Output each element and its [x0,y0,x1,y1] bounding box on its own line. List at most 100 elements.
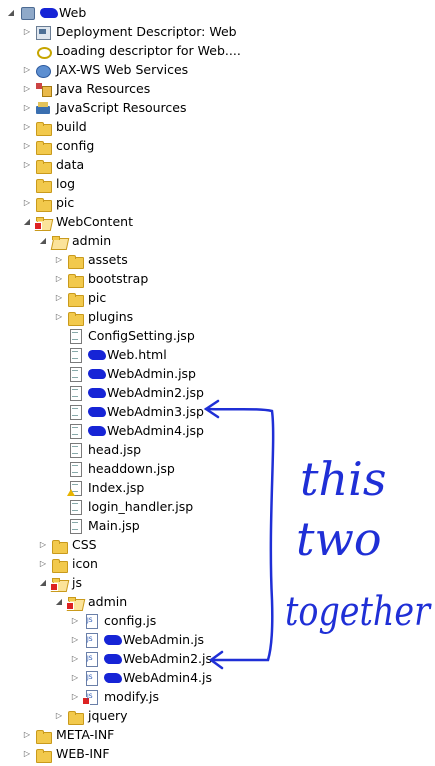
collapse-twisty-icon[interactable]: ▷ [70,687,80,706]
collapse-twisty-icon[interactable]: ▷ [22,136,32,155]
collapse-twisty-icon[interactable]: ▷ [70,630,80,649]
expand-twisty-icon[interactable]: ◢ [38,231,48,250]
tree-item[interactable]: ▷ config [22,136,94,155]
tree-item[interactable]: ▷ WEB-INF [22,744,110,763]
tree-item[interactable]: log [22,174,75,193]
expand-twisty-icon[interactable]: ◢ [54,592,64,611]
tree-item[interactable]: ▷ Deployment Descriptor: Web [22,22,237,41]
expand-twisty-icon[interactable]: ◢ [22,212,32,231]
tree-item-label: bootstrap [88,271,149,286]
expand-twisty-icon[interactable]: ◢ [6,3,16,22]
tree-item-label: WebContent [56,214,133,229]
collapse-twisty-icon[interactable]: ▷ [22,155,32,174]
redaction-scribble [88,406,106,417]
tree-item[interactable]: ▷ jquery [54,706,128,725]
tree-item[interactable]: ▷ Java Resources [22,79,150,98]
tree-item[interactable]: ▷ icon [38,554,98,573]
collapse-twisty-icon[interactable]: ▷ [54,250,64,269]
tree-item-label: Deployment Descriptor: Web [56,24,237,39]
redaction-scribble [40,7,58,18]
js-file-icon [83,613,99,629]
file-icon [67,366,83,382]
tree-item[interactable]: ▷ WebAdmin2.js [70,649,212,668]
tree-item[interactable]: ◢ admin [54,592,127,611]
tree-item-label: CSS [72,537,97,552]
collapse-twisty-icon[interactable]: ▷ [22,22,32,41]
tree-item[interactable]: headdown.jsp [54,459,175,478]
folder-icon [67,252,84,269]
tree-item[interactable]: ▷ plugins [54,307,133,326]
project-icon [19,5,35,21]
tree-item-label: WebAdmin4.jsp [107,423,204,438]
collapse-twisty-icon[interactable]: ▷ [22,117,32,136]
tree-item-label: pic [56,195,75,210]
tree-item[interactable]: ▷ CSS [38,535,97,554]
tree-item[interactable]: ▷ data [22,155,84,174]
tree-item[interactable]: WebAdmin2.jsp [54,383,204,402]
tree-item[interactable]: Index.jsp [54,478,144,497]
tree-item[interactable]: ▷ pic [54,288,106,307]
tree-item[interactable]: WebAdmin4.jsp [54,421,204,440]
tree-item[interactable]: ◢ js [38,573,82,592]
tree-item-label: WebAdmin3.jsp [107,404,204,419]
tree-item[interactable]: WebAdmin.jsp [54,364,196,383]
collapse-twisty-icon[interactable]: ▷ [38,535,48,554]
tree-item[interactable]: Web.html [54,345,167,364]
collapse-twisty-icon[interactable]: ▷ [70,649,80,668]
tree-item[interactable]: head.jsp [54,440,141,459]
redaction-scribble [88,368,106,379]
tree-item[interactable]: ▷ pic [22,193,74,212]
tree-item-label: JavaScript Resources [56,100,187,115]
project-explorer-tree: ◢ Web ▷ Deployment Descriptor: Web Loading d… [0,0,435,766]
jaxws-icon [35,62,51,78]
tree-item-label: Web [59,5,87,20]
collapse-twisty-icon[interactable]: ▷ [22,744,32,763]
expand-twisty-icon[interactable]: ◢ [38,573,48,592]
collapse-twisty-icon[interactable]: ▷ [22,725,32,744]
folder-open-icon [34,214,51,230]
tree-item-label: modify.js [104,689,159,704]
tree-item[interactable]: ▷ bootstrap [54,269,148,288]
tree-item-label: assets [88,252,128,267]
collapse-twisty-icon[interactable]: ▷ [54,706,64,725]
tree-item[interactable]: ◢ Web [6,3,86,22]
tree-item[interactable]: Main.jsp [54,516,140,535]
tree-item[interactable]: ▷ config.js [70,611,156,630]
tree-item[interactable]: ◢ WebContent [22,212,133,231]
tree-item[interactable]: ▷ META-INF [22,725,114,744]
tree-item[interactable]: ▷ build [22,117,87,136]
tree-item[interactable]: ▷ modify.js [70,687,159,706]
tree-item-label: Web.html [107,347,167,362]
collapse-twisty-icon[interactable]: ▷ [22,79,32,98]
tree-item[interactable]: ▷ JavaScript Resources [22,98,187,117]
tree-item[interactable]: ▷ assets [54,250,128,269]
collapse-twisty-icon[interactable]: ▷ [22,60,32,79]
error-badge-icon [82,696,90,705]
folder-icon [67,271,84,288]
js-file-icon [83,670,99,686]
collapse-twisty-icon[interactable]: ▷ [54,307,64,326]
tree-item[interactable]: ◢ admin [38,231,111,250]
tree-item[interactable]: login_handler.jsp [54,497,193,516]
file-icon [67,347,83,363]
tree-item[interactable]: ConfigSetting.jsp [54,326,195,345]
collapse-twisty-icon[interactable]: ▷ [22,98,32,117]
tree-item[interactable]: ▷ WebAdmin.js [70,630,204,649]
collapse-twisty-icon[interactable]: ▷ [22,193,32,212]
tree-item[interactable]: ▷ JAX-WS Web Services [22,60,188,79]
redaction-scribble [88,349,106,360]
tree-item[interactable]: Loading descriptor for Web.... [22,41,241,60]
collapse-twisty-icon[interactable]: ▷ [38,554,48,573]
tree-item-label: config [56,138,95,153]
collapse-twisty-icon[interactable]: ▷ [54,269,64,288]
collapse-twisty-icon[interactable]: ▷ [70,668,80,687]
tree-item[interactable]: WebAdmin3.jsp [54,402,204,421]
collapse-twisty-icon[interactable]: ▷ [54,288,64,307]
loading-icon [35,43,52,59]
tree-item[interactable]: ▷ WebAdmin4.js [70,668,212,687]
collapse-twisty-icon[interactable]: ▷ [70,611,80,630]
